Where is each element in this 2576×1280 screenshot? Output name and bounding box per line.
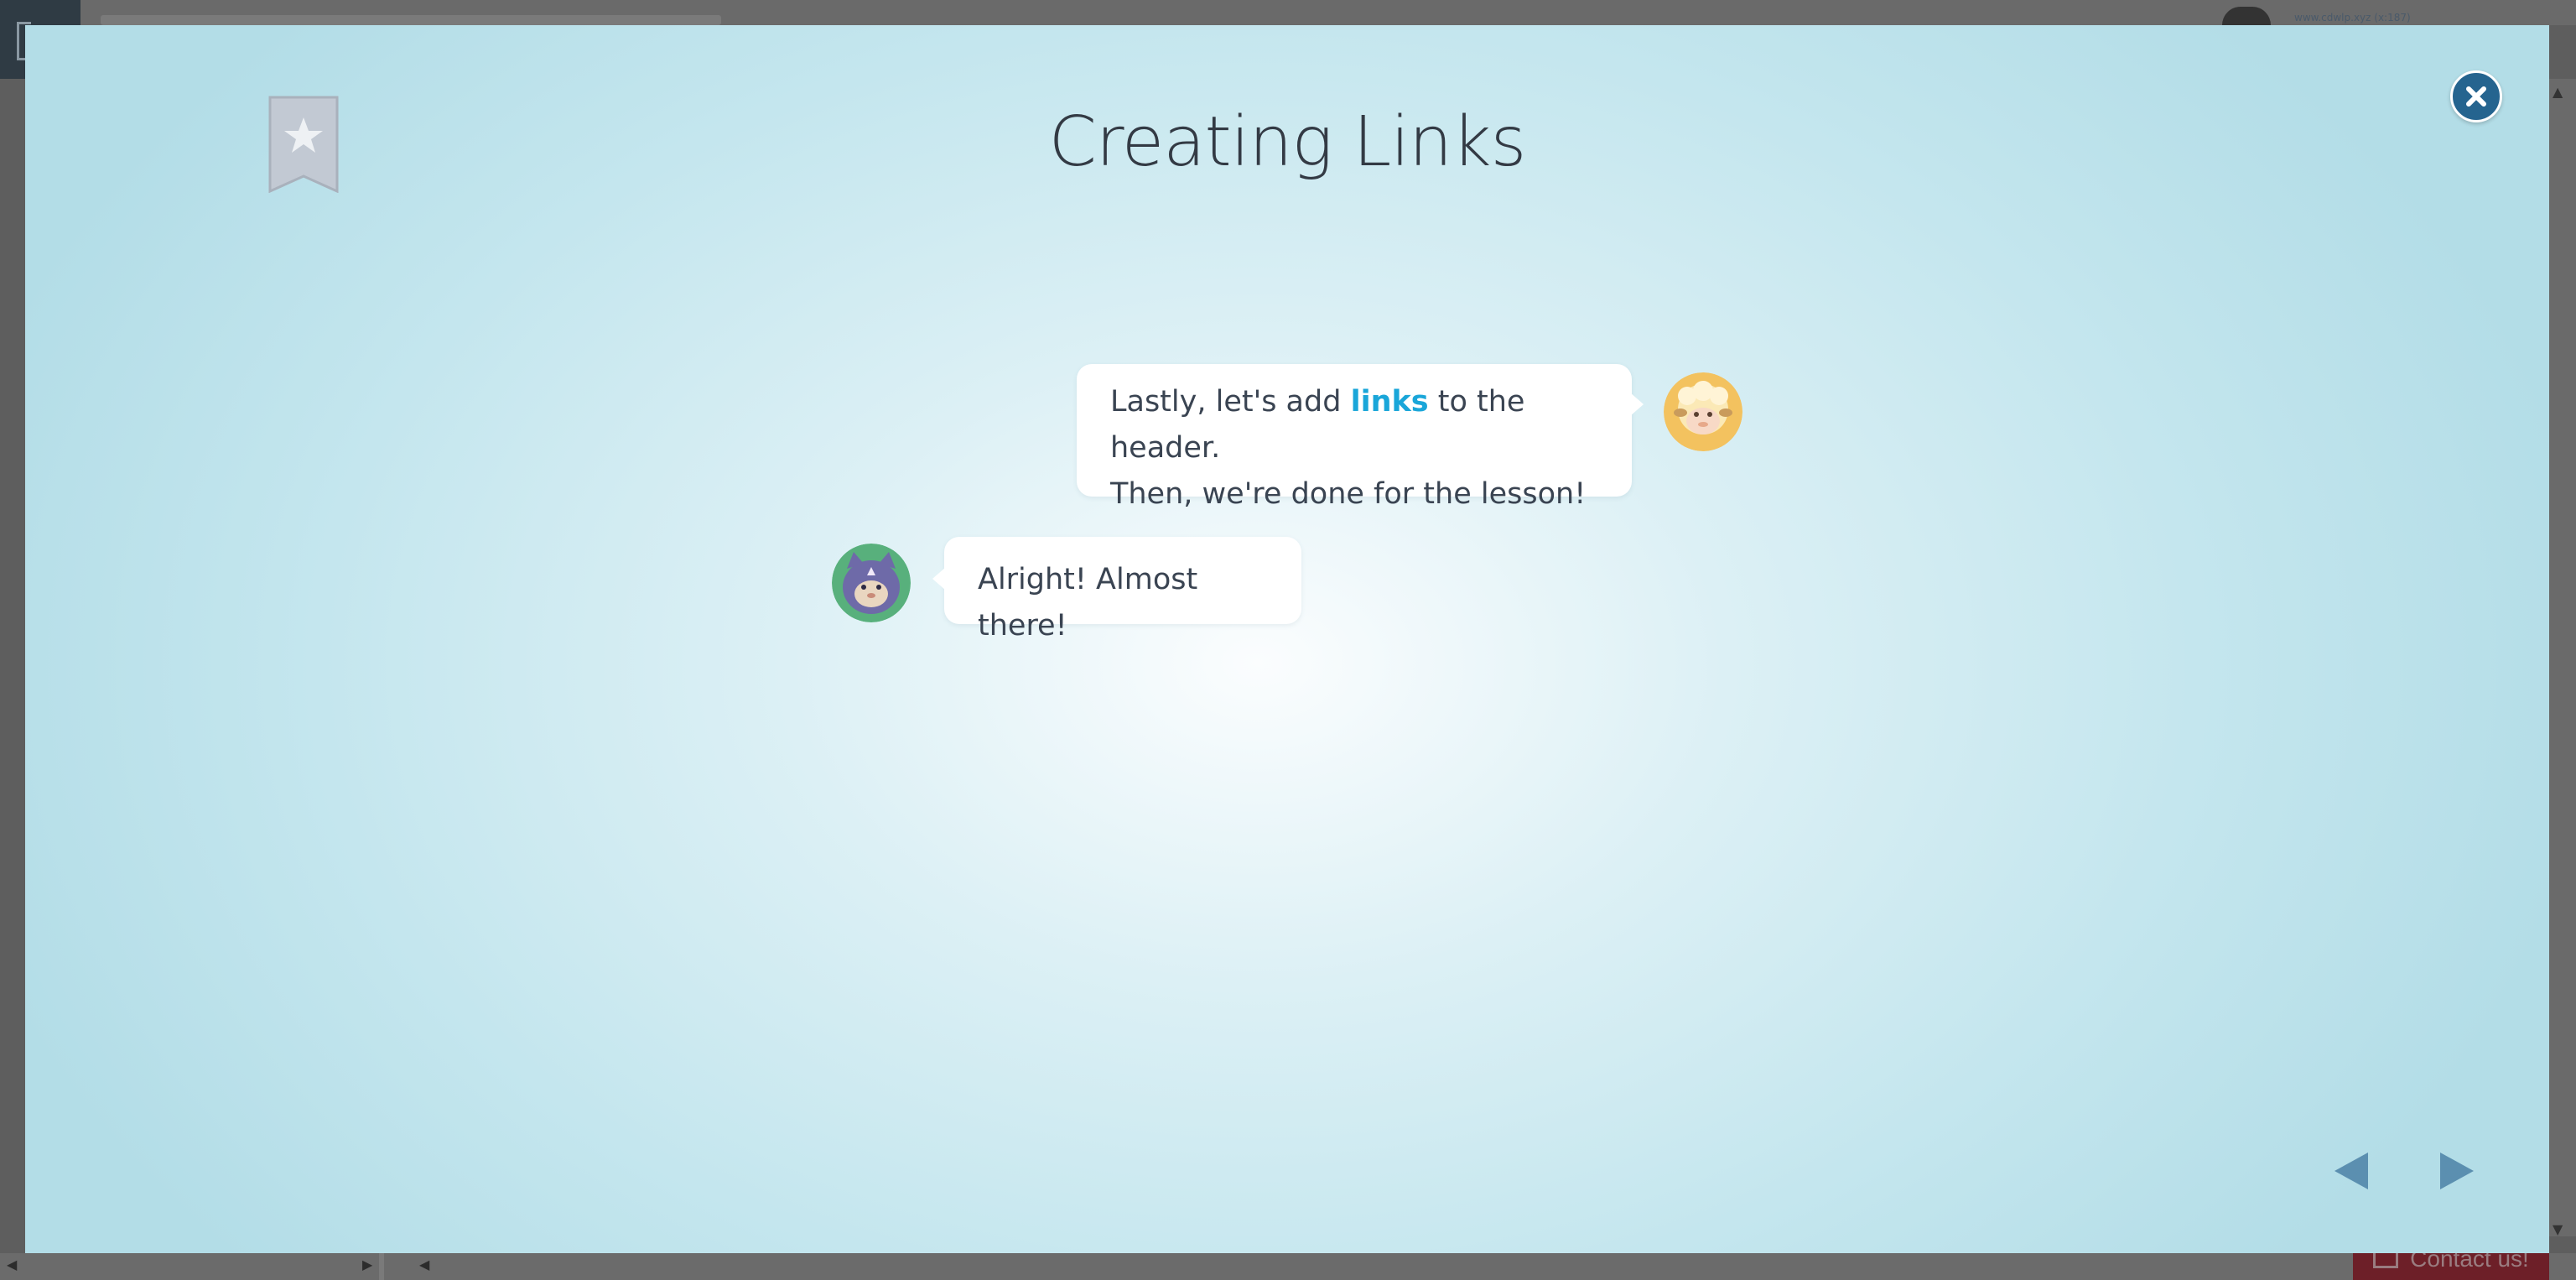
- panel-divider[interactable]: [379, 1253, 384, 1280]
- page-scrollbar[interactable]: [2549, 79, 2576, 1236]
- previous-button[interactable]: [2319, 1137, 2386, 1205]
- student-message-bubble: Alright! Almost there!: [932, 537, 1301, 643]
- lesson-title: Creating Links: [1048, 102, 1527, 182]
- scroll-left-icon[interactable]: ◀: [7, 1257, 17, 1272]
- sheep-avatar: [1664, 372, 1742, 451]
- close-icon: [2466, 86, 2486, 107]
- triangle-right-icon: [2440, 1153, 2474, 1189]
- message-text: Lastly, let's add: [1110, 385, 1342, 419]
- highlighted-term: links: [1350, 385, 1429, 419]
- message-text: Alright! Almost there!: [978, 563, 1198, 643]
- mentor-message-line-2: Then, we're done for the lesson!: [1110, 477, 1587, 511]
- scroll-left-icon[interactable]: ◀: [419, 1257, 429, 1272]
- lesson-modal: Creating Links Lastly, let's add links t…: [25, 25, 2549, 1253]
- user-name: www.cdwlp.xyz (x:187): [2294, 12, 2411, 23]
- bottom-scrollbar: [0, 1253, 2576, 1280]
- scroll-right-icon[interactable]: ▶: [362, 1257, 372, 1272]
- scroll-down-icon[interactable]: ▼: [2553, 1221, 2563, 1237]
- mentor-message-bubble: Lastly, let's add links to the header. T…: [1077, 364, 1644, 511]
- mentor-message-line-1: Lastly, let's add links to the header.: [1110, 379, 1598, 471]
- scroll-up-icon[interactable]: ▲: [2553, 84, 2563, 100]
- close-button[interactable]: [2450, 70, 2502, 122]
- cat-avatar: [832, 544, 911, 622]
- next-button[interactable]: [2422, 1137, 2489, 1205]
- triangle-left-icon: [2334, 1153, 2368, 1189]
- search-bar[interactable]: [101, 15, 721, 25]
